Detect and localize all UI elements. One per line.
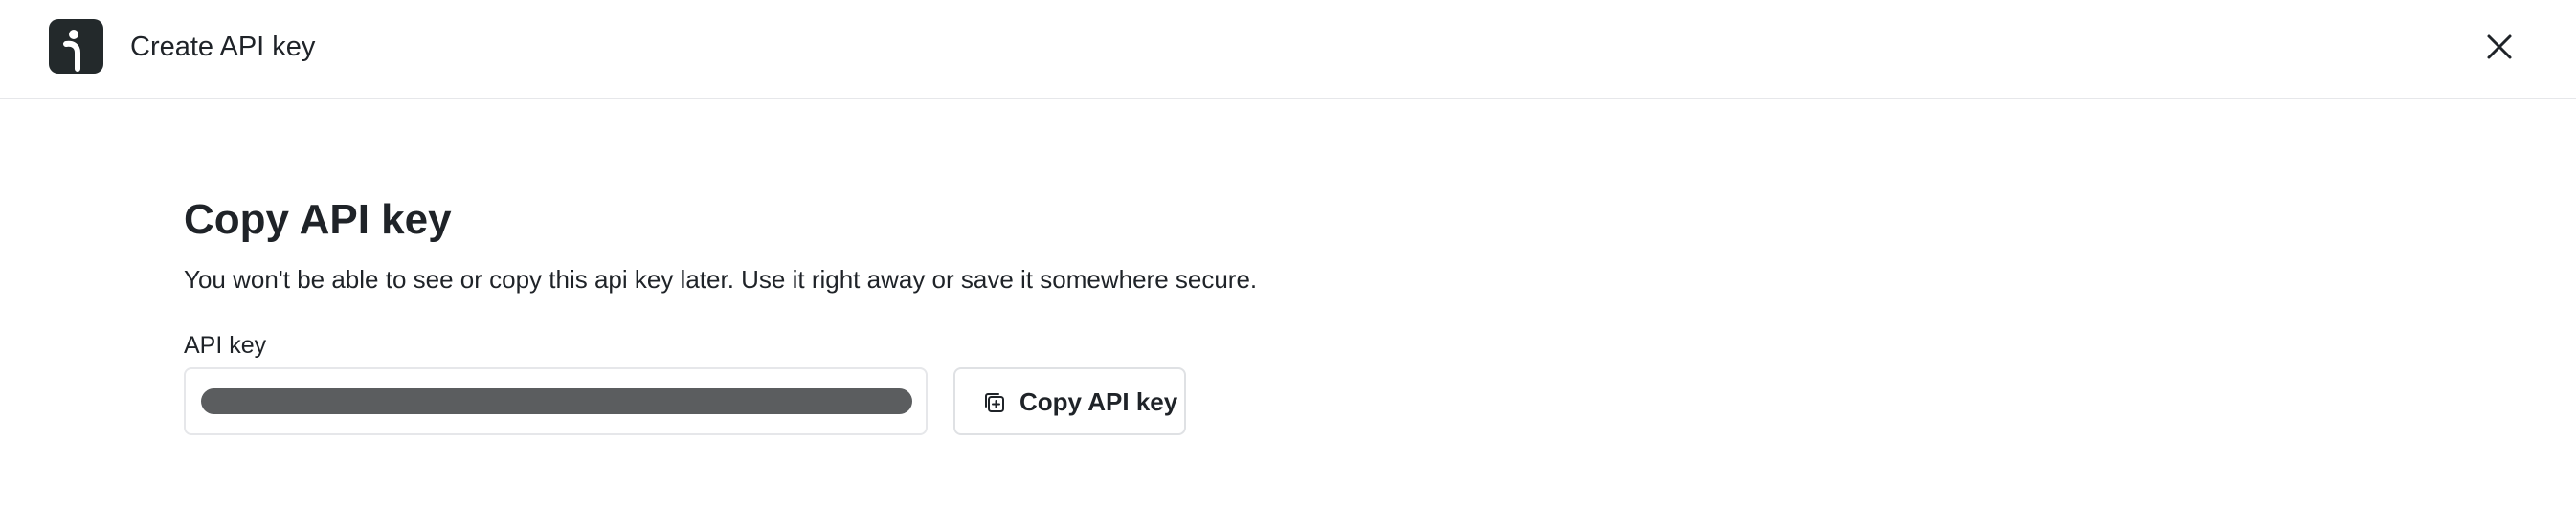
api-key-masked-value bbox=[201, 388, 912, 414]
copy-api-key-label: Copy API key bbox=[1019, 387, 1178, 416]
dialog-title: Create API key bbox=[130, 32, 316, 62]
dialog-header: Create API key bbox=[0, 0, 2576, 99]
close-icon bbox=[2487, 34, 2512, 59]
page-title: Copy API key bbox=[184, 196, 452, 243]
api-key-field[interactable] bbox=[184, 367, 928, 435]
warning-description: You won't be able to see or copy this ap… bbox=[184, 265, 1258, 294]
close-button[interactable] bbox=[2479, 27, 2520, 67]
info-logo-icon bbox=[49, 19, 103, 74]
copy-icon bbox=[985, 393, 1004, 412]
api-key-label: API key bbox=[184, 332, 267, 359]
copy-api-key-button[interactable]: Copy API key bbox=[953, 367, 1186, 435]
